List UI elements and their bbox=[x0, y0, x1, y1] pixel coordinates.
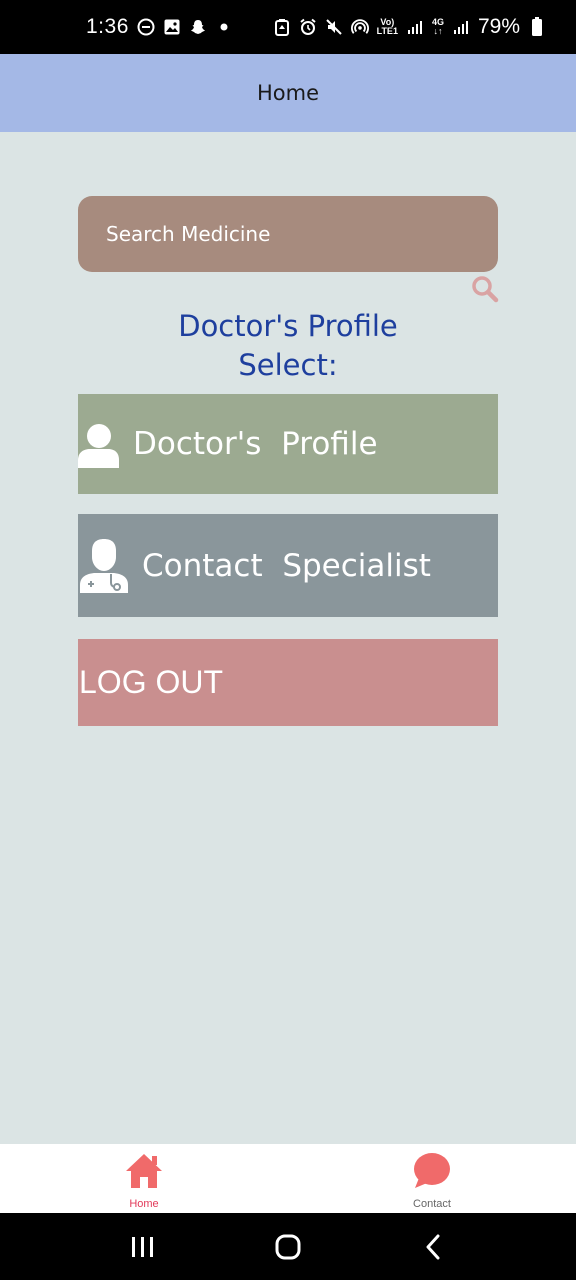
bottom-nav: Home Contact bbox=[0, 1144, 576, 1213]
battery-saver-icon bbox=[273, 18, 291, 36]
snapchat-icon bbox=[189, 18, 207, 36]
4g-text: 4G bbox=[431, 17, 444, 27]
nav-item-contact[interactable]: Contact bbox=[288, 1144, 576, 1213]
status-time: 1:36 bbox=[86, 15, 129, 38]
lte-text: LTE1 bbox=[376, 26, 398, 36]
nav-contact-label: Contact bbox=[413, 1198, 451, 1210]
hotspot-icon bbox=[350, 18, 369, 36]
mute-icon bbox=[325, 18, 343, 36]
home-button-icon[interactable] bbox=[268, 1227, 308, 1267]
gallery-icon bbox=[163, 18, 181, 36]
back-icon[interactable] bbox=[413, 1227, 453, 1267]
search-placeholder: Search Medicine bbox=[106, 222, 271, 246]
search-input[interactable]: Search Medicine bbox=[78, 196, 498, 272]
contact-specialist-button[interactable]: Contact Specialist bbox=[78, 514, 498, 617]
nav-item-home[interactable]: Home bbox=[0, 1144, 288, 1213]
alarm-icon bbox=[299, 18, 317, 36]
do-not-disturb-icon bbox=[137, 18, 155, 36]
doctor-icon bbox=[78, 537, 132, 595]
nav-home-label: Home bbox=[129, 1198, 159, 1210]
logout-button[interactable]: LOG OUT bbox=[78, 639, 498, 726]
recent-apps-icon[interactable] bbox=[123, 1227, 163, 1267]
doctor-profile-heading: Doctor's Profile Select: bbox=[78, 307, 498, 385]
status-bar: 1:36 Vo) LTE1 4G ↓↑ 79% bbox=[0, 0, 576, 54]
logout-label: LOG OUT bbox=[79, 664, 224, 700]
heading-line-1: Doctor's Profile bbox=[178, 309, 398, 343]
system-nav-bar bbox=[0, 1213, 576, 1280]
signal-icon bbox=[406, 18, 424, 36]
person-icon bbox=[78, 416, 122, 472]
battery-icon bbox=[528, 17, 546, 36]
search-icon[interactable] bbox=[470, 274, 500, 304]
notification-dot-icon bbox=[215, 18, 233, 36]
status-right: Vo) LTE1 4G ↓↑ 79% bbox=[273, 15, 546, 39]
heading-line-2: Select: bbox=[238, 348, 338, 382]
4g-indicator: 4G ↓↑ bbox=[431, 17, 444, 36]
chat-bubble-icon bbox=[411, 1150, 453, 1192]
page-title: Home bbox=[256, 81, 319, 105]
doctor-profile-label: Doctor's Profile bbox=[133, 426, 378, 462]
signal-icon-2 bbox=[452, 18, 470, 36]
battery-percent: 79% bbox=[477, 15, 520, 38]
home-icon bbox=[123, 1150, 165, 1192]
app-bar: Home bbox=[0, 54, 576, 132]
volte-indicator: Vo) LTE1 bbox=[377, 18, 398, 36]
doctor-profile-button[interactable]: Doctor's Profile bbox=[78, 394, 498, 494]
status-left: 1:36 bbox=[86, 15, 233, 39]
contact-specialist-label: Contact Specialist bbox=[142, 547, 431, 584]
